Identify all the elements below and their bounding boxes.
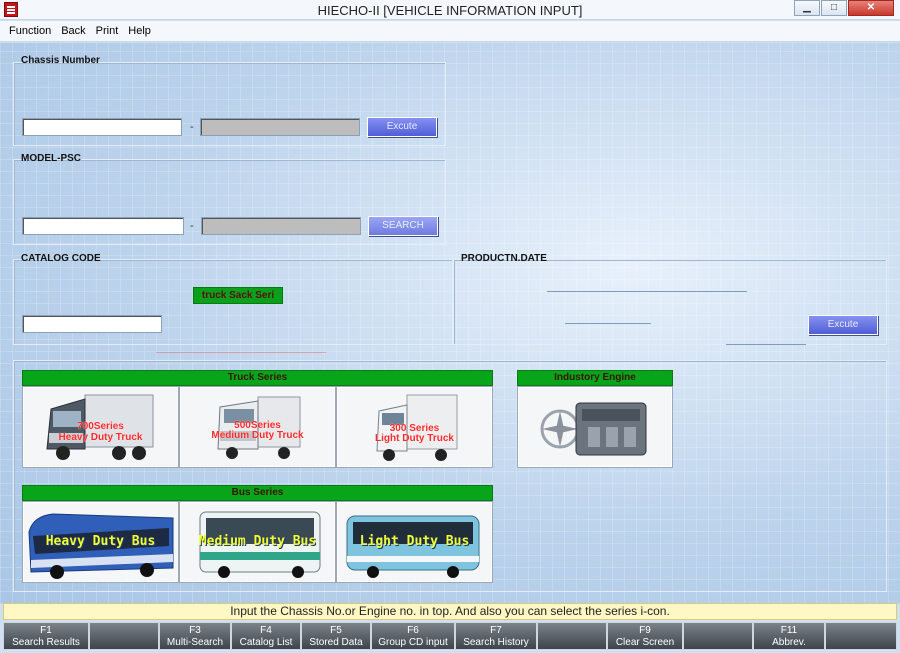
- medium-duty-truck-tile[interactable]: 500Series Medium Duty Truck: [179, 386, 336, 468]
- title-bar: HIECHO-II [VEHICLE INFORMATION INPUT] ▁ …: [0, 0, 900, 20]
- menu-help[interactable]: Help: [123, 25, 156, 37]
- f7-search-history-button[interactable]: F7 Search History: [455, 622, 537, 650]
- chassis-number-input-1[interactable]: [22, 118, 182, 136]
- window-controls: ▁ □ ✕: [793, 0, 894, 16]
- f10-blank-button[interactable]: [683, 622, 753, 650]
- chassis-dash: -: [190, 121, 194, 133]
- medium-duty-bus-tile[interactable]: Medium Duty Bus: [179, 501, 336, 583]
- industrial-engine-tile[interactable]: [517, 386, 673, 468]
- heavy-bus-name: Heavy Duty Bus: [45, 534, 156, 549]
- menu-back[interactable]: Back: [56, 25, 90, 37]
- f1-search-results-button[interactable]: F1 Search Results: [3, 622, 89, 650]
- engine-icon: [540, 402, 647, 456]
- production-date-label: PRODUCTN.DATE: [461, 253, 547, 264]
- industrial-engine-header: Industory Engine: [517, 370, 673, 386]
- close-button[interactable]: ✕: [848, 0, 894, 16]
- production-line-2: [565, 323, 651, 324]
- light-truck-name: Light Duty Truck: [375, 433, 454, 444]
- heavy-truck-name: Heavy Duty Truck: [58, 432, 143, 443]
- f2-blank-button[interactable]: [89, 622, 159, 650]
- model-psc-input-2[interactable]: [201, 217, 361, 235]
- production-line-1: [547, 291, 747, 292]
- f4-catalog-list-button[interactable]: F4 Catalog List: [231, 622, 301, 650]
- f9-clear-screen-button[interactable]: F9 Clear Screen: [607, 622, 683, 650]
- chassis-number-label: Chassis Number: [21, 55, 100, 66]
- chassis-number-input-2[interactable]: [200, 118, 360, 136]
- window-title: HIECHO-II [VEHICLE INFORMATION INPUT]: [317, 3, 583, 18]
- medium-truck-name: Medium Duty Truck: [211, 430, 304, 441]
- minimize-button[interactable]: ▁: [794, 0, 820, 16]
- bus-series-header: Bus Series: [22, 485, 493, 501]
- chassis-execute-button[interactable]: Excute: [367, 117, 437, 137]
- f5-stored-data-button[interactable]: F5 Stored Data: [301, 622, 371, 650]
- production-execute-button[interactable]: Excute: [808, 315, 878, 335]
- production-line-3: [726, 344, 806, 345]
- light-duty-bus-tile[interactable]: Light Duty Bus: [336, 501, 493, 583]
- f11-abbrev-button[interactable]: F11 Abbrev.: [753, 622, 825, 650]
- model-search-button[interactable]: SEARCH: [368, 216, 438, 236]
- model-psc-input-1[interactable]: [22, 217, 184, 235]
- catalog-code-label: CATALOG CODE: [21, 253, 101, 264]
- model-dash: -: [190, 220, 194, 232]
- catalog-code-input[interactable]: [22, 315, 162, 333]
- medium-bus-name: Medium Duty Bus: [198, 534, 317, 549]
- catalog-series-chip: truck Sack Seri: [193, 287, 283, 304]
- maximize-button[interactable]: □: [821, 0, 847, 16]
- heavy-duty-truck-tile[interactable]: 700Series Heavy Duty Truck: [22, 386, 179, 468]
- heavy-truck-series: 700Series: [77, 421, 124, 432]
- model-psc-label: MODEL-PSC: [21, 153, 81, 164]
- truck-series-header: Truck Series: [22, 370, 493, 386]
- status-message: Input the Chassis No.or Engine no. in to…: [3, 603, 897, 620]
- f6-group-cd-input-button[interactable]: F6 Group CD input: [371, 622, 455, 650]
- light-bus-name: Light Duty Bus: [359, 534, 470, 549]
- heavy-duty-bus-tile[interactable]: Heavy Duty Bus: [22, 501, 179, 583]
- menu-function[interactable]: Function: [4, 25, 56, 37]
- f12-blank-button[interactable]: [825, 622, 897, 650]
- f8-blank-button[interactable]: [537, 622, 607, 650]
- menu-print[interactable]: Print: [91, 25, 124, 37]
- f3-multi-search-button[interactable]: F3 Multi-Search: [159, 622, 231, 650]
- light-duty-truck-tile[interactable]: 300 Series Light Duty Truck: [336, 386, 493, 468]
- function-key-bar: F1 Search Results F3 Multi-Search F4 Catalo…: [3, 622, 897, 650]
- menu-bar: Function Back Print Help: [0, 21, 900, 42]
- catalog-divider: [156, 352, 326, 353]
